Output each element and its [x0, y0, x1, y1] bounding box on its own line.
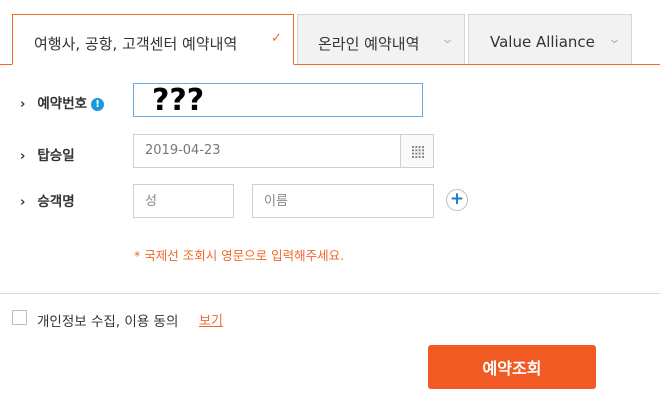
tab-label: 여행사, 공항, 고객센터 예약내역: [34, 35, 238, 53]
reservation-tabs: 여행사, 공항, 고객센터 예약내역 ✓ 온라인 예약내역 ⌄ Value Al…: [0, 0, 660, 66]
chevron-right-icon: ›: [20, 195, 26, 210]
info-icon[interactable]: !: [91, 97, 105, 111]
consent-checkbox[interactable]: [12, 310, 27, 325]
calendar-button[interactable]: [400, 134, 434, 168]
search-reservation-button[interactable]: 예약조회: [428, 345, 596, 389]
consent-view-link[interactable]: 보기: [199, 310, 223, 329]
tab-online-reservations[interactable]: 온라인 예약내역 ⌄: [297, 14, 465, 64]
boarding-date-label: 탑승일: [37, 148, 75, 164]
given-name-input[interactable]: [252, 184, 434, 218]
reservation-number-input[interactable]: [133, 83, 423, 117]
consent-label: 개인정보 수집, 이용 동의: [37, 314, 179, 330]
passenger-name-label: 승객명: [37, 194, 75, 210]
boarding-date-field[interactable]: 2019-04-23: [133, 134, 401, 168]
divider: [0, 293, 660, 294]
passenger-name-row-label: › 승객명: [20, 190, 75, 210]
tab-label: 온라인 예약내역: [318, 35, 420, 53]
tab-value-alliance[interactable]: Value Alliance ⌄: [468, 14, 632, 64]
tab-label: Value Alliance: [490, 33, 595, 51]
check-icon: ✓: [271, 31, 282, 46]
reservation-number-label: 예약번호: [37, 96, 88, 112]
calendar-icon: [412, 146, 424, 158]
chevron-down-icon: ⌄: [607, 32, 622, 47]
chevron-down-icon: ⌄: [440, 32, 455, 47]
boarding-date-row-label: › 탑승일: [20, 144, 75, 164]
plus-circle-icon[interactable]: +: [446, 189, 468, 211]
chevron-right-icon: ›: [20, 97, 26, 112]
boarding-date-value: 2019-04-23: [145, 143, 221, 158]
reservation-number-row-label: › 예약번호!: [20, 92, 105, 112]
surname-input[interactable]: [133, 184, 234, 218]
chevron-right-icon: ›: [20, 149, 26, 164]
english-input-note: * 국제선 조회시 영문으로 입력해주세요.: [134, 248, 345, 263]
tab-agency-airport-callcenter[interactable]: 여행사, 공항, 고객센터 예약내역 ✓: [12, 14, 294, 65]
